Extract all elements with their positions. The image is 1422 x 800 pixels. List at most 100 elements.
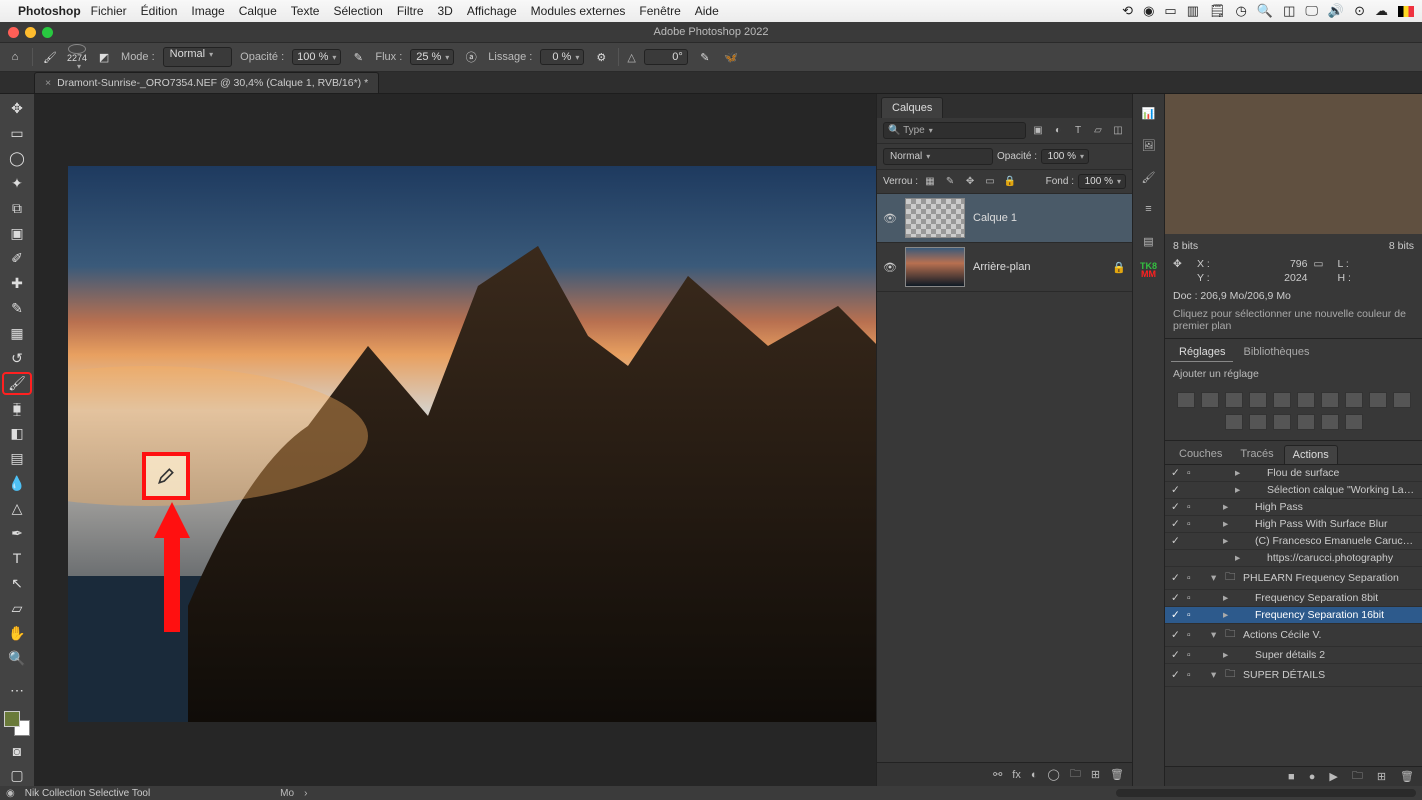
tab-actions[interactable]: Actions bbox=[1284, 445, 1338, 464]
lock-paint-icon[interactable]: ✎ bbox=[942, 176, 958, 187]
clone-stub-icon[interactable]: ▤ bbox=[1138, 230, 1160, 252]
crop-tool-icon[interactable]: ⧉ bbox=[3, 198, 31, 219]
status-icon[interactable]: 🔍 bbox=[1257, 3, 1273, 19]
blend-mode-select[interactable]: Normal bbox=[163, 47, 232, 67]
fx-icon[interactable]: fx bbox=[1012, 769, 1021, 781]
status-icon[interactable]: ◉ bbox=[1143, 3, 1154, 19]
close-button[interactable] bbox=[8, 27, 19, 38]
menu-modules[interactable]: Modules externes bbox=[531, 4, 626, 18]
link-layers-icon[interactable]: ⚯ bbox=[993, 768, 1002, 781]
expand-icon[interactable]: ▸ bbox=[1223, 518, 1233, 530]
expand-icon[interactable]: ▾ bbox=[1211, 629, 1221, 641]
status-icon[interactable]: ⊙ bbox=[1354, 3, 1365, 19]
screenmode-icon[interactable]: ▢ bbox=[3, 765, 31, 786]
volume-icon[interactable]: 🔊 bbox=[1328, 3, 1344, 19]
layer-thumb[interactable] bbox=[905, 198, 965, 238]
opacity-field[interactable]: 100 % bbox=[292, 49, 341, 65]
menu-calque[interactable]: Calque bbox=[239, 4, 277, 18]
action-row[interactable]: ✓▫▸High Pass bbox=[1165, 499, 1422, 516]
layer-name[interactable]: Arrière-plan bbox=[973, 261, 1030, 273]
menu-edition[interactable]: Édition bbox=[141, 4, 178, 18]
lasso-tool-icon[interactable]: ◯ bbox=[3, 148, 31, 169]
settings-stub-icon[interactable]: ≡ bbox=[1138, 198, 1160, 220]
expand-icon[interactable]: ▸ bbox=[1223, 592, 1233, 604]
canvas-area[interactable] bbox=[34, 94, 876, 786]
expand-icon[interactable]: ▸ bbox=[1223, 535, 1233, 547]
move-tool-icon[interactable]: ✥ bbox=[3, 98, 31, 119]
adj-selcolor-icon[interactable] bbox=[1321, 414, 1339, 430]
tab-calques[interactable]: Calques bbox=[881, 97, 943, 118]
clone-tool-icon[interactable]: ⧯ bbox=[3, 398, 31, 419]
tk8-panel-icon[interactable]: TK8MM bbox=[1140, 262, 1157, 278]
play-icon[interactable]: ▶ bbox=[1329, 770, 1337, 783]
action-check-icon[interactable]: ✓ bbox=[1171, 484, 1183, 496]
group-icon[interactable]: 🗀 bbox=[1070, 765, 1081, 784]
shape-tool-icon[interactable]: ▱ bbox=[3, 598, 31, 619]
action-dialog-icon[interactable]: ▫ bbox=[1187, 609, 1199, 621]
nik-plugin-label[interactable]: Nik Collection Selective Tool bbox=[25, 788, 150, 799]
angle-field[interactable]: 0° bbox=[644, 49, 688, 65]
document-canvas[interactable] bbox=[68, 166, 876, 722]
adjust-icon[interactable]: ◯ bbox=[1048, 768, 1060, 781]
action-row[interactable]: ✓▸Sélection calque "Working Layer" bbox=[1165, 482, 1422, 499]
quickmask-icon[interactable]: ◙ bbox=[3, 740, 31, 761]
maximize-button[interactable] bbox=[42, 27, 53, 38]
zoom-tool-icon[interactable]: 🔍 bbox=[3, 648, 31, 669]
action-dialog-icon[interactable]: ▫ bbox=[1187, 629, 1199, 641]
hand-tool-icon[interactable]: ✋ bbox=[3, 623, 31, 644]
document-tab[interactable]: × Dramont-Sunrise-_ORO7354.NEF @ 30,4% (… bbox=[34, 72, 379, 93]
brush-tool-icon[interactable]: 🖌 bbox=[41, 48, 59, 66]
status-icon[interactable]: ◷ bbox=[1236, 3, 1247, 19]
adj-lookup-icon[interactable] bbox=[1225, 414, 1243, 430]
trash-icon[interactable]: 🗑 bbox=[1400, 770, 1414, 783]
action-row[interactable]: ✓▫▾🗀SUPER DÉTAILS bbox=[1165, 664, 1422, 687]
status-icon[interactable]: ☁ bbox=[1375, 3, 1388, 19]
pressure-opacity-icon[interactable]: ✎ bbox=[349, 48, 367, 66]
pen-tool-icon[interactable]: ✒ bbox=[3, 523, 31, 544]
adj-invert-icon[interactable] bbox=[1249, 414, 1267, 430]
filter-type-icon[interactable]: T bbox=[1070, 125, 1086, 136]
adj-exposure-icon[interactable] bbox=[1249, 392, 1267, 408]
stop-icon[interactable]: ■ bbox=[1288, 771, 1295, 783]
layer-fill-field[interactable]: 100 % bbox=[1078, 174, 1126, 189]
status-icon[interactable]: 🗒 bbox=[1209, 3, 1226, 19]
flux-field[interactable]: 25 % bbox=[410, 49, 454, 65]
menu-fenetre[interactable]: Fenêtre bbox=[639, 4, 680, 18]
action-dialog-icon[interactable]: ▫ bbox=[1187, 501, 1199, 513]
action-row[interactable]: ✓▫▸Frequency Separation 16bit bbox=[1165, 607, 1422, 624]
menu-selection[interactable]: Sélection bbox=[333, 4, 382, 18]
expand-icon[interactable]: ▾ bbox=[1211, 572, 1221, 584]
healing-tool-icon[interactable]: ✚ bbox=[3, 273, 31, 294]
expand-icon[interactable]: ▸ bbox=[1223, 649, 1233, 661]
adj-thresh-icon[interactable] bbox=[1297, 414, 1315, 430]
lock-nest-icon[interactable]: ▭ bbox=[982, 176, 998, 187]
action-row[interactable]: ✓▫▸Frequency Separation 8bit bbox=[1165, 590, 1422, 607]
status-icon[interactable]: ▭ bbox=[1164, 3, 1176, 19]
pressure-size-icon[interactable]: ✎ bbox=[696, 48, 714, 66]
action-row[interactable]: ✓▫▸Flou de surface bbox=[1165, 465, 1422, 482]
visibility-icon[interactable]: 👁 bbox=[883, 212, 897, 225]
menu-texte[interactable]: Texte bbox=[291, 4, 320, 18]
expand-icon[interactable]: ▸ bbox=[1235, 484, 1245, 496]
status-icon[interactable]: 🖵 bbox=[1305, 3, 1318, 19]
close-tab-icon[interactable]: × bbox=[45, 77, 51, 89]
action-dialog-icon[interactable]: ▫ bbox=[1187, 518, 1199, 530]
adj-colorbal-icon[interactable] bbox=[1321, 392, 1339, 408]
status-icon[interactable]: ▥ bbox=[1187, 3, 1199, 19]
layer-row[interactable]: 👁 Arrière-plan 🔒 bbox=[877, 243, 1132, 292]
menu-filtre[interactable]: Filtre bbox=[397, 4, 424, 18]
expand-icon[interactable]: ▸ bbox=[1235, 552, 1245, 564]
new-action-icon[interactable]: ⊞ bbox=[1377, 770, 1386, 783]
action-dialog-icon[interactable]: ▫ bbox=[1187, 467, 1199, 479]
symmetry-icon[interactable]: 🦋 bbox=[722, 48, 740, 66]
action-row[interactable]: ✓▫▸High Pass With Surface Blur bbox=[1165, 516, 1422, 533]
layer-opacity-field[interactable]: 100 % bbox=[1041, 149, 1089, 164]
expand-icon[interactable]: ▸ bbox=[1235, 467, 1245, 479]
blend-mode-select[interactable]: Normal bbox=[883, 148, 993, 165]
mask-icon[interactable]: ◐ bbox=[1031, 769, 1038, 781]
expand-icon[interactable]: ▸ bbox=[1223, 501, 1233, 513]
marquee-tool-icon[interactable]: ▭ bbox=[3, 123, 31, 144]
brush-settings-icon[interactable]: ◩ bbox=[95, 48, 113, 66]
adj-mixer-icon[interactable] bbox=[1393, 392, 1411, 408]
layer-name[interactable]: Calque 1 bbox=[973, 212, 1017, 224]
